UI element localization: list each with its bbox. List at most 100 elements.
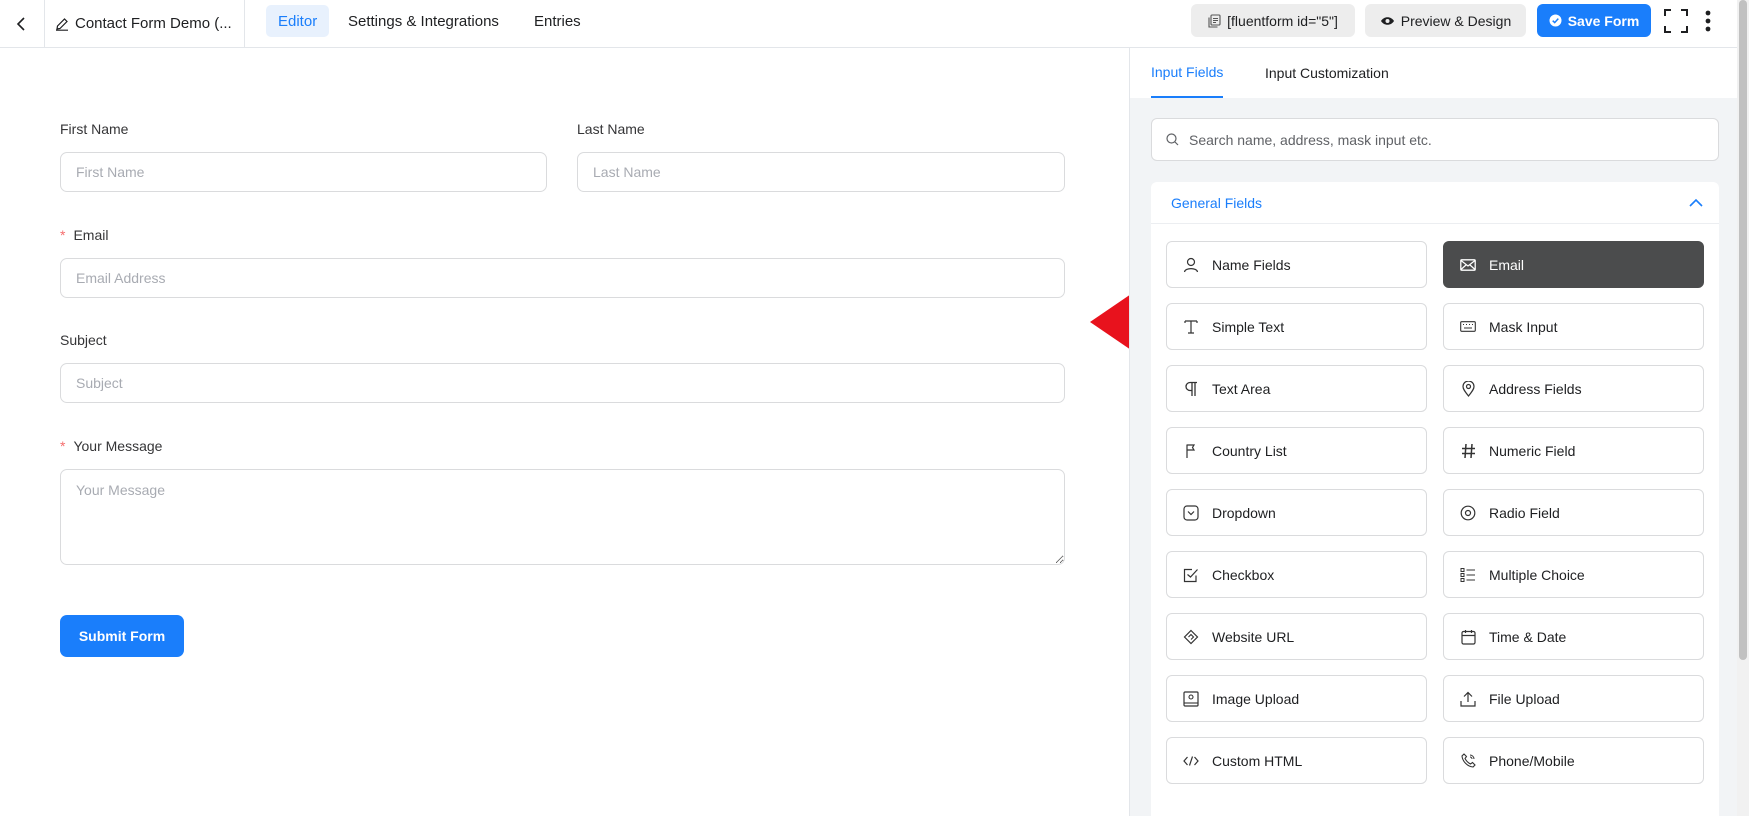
copy-icon	[1208, 13, 1221, 28]
form-title[interactable]: Contact Form Demo (...	[45, 0, 245, 47]
hash-icon	[1459, 442, 1477, 460]
dropdown-icon	[1182, 504, 1200, 522]
link-icon	[1182, 628, 1200, 646]
field-label: Checkbox	[1212, 566, 1275, 583]
tab-entries[interactable]: Entries	[522, 5, 593, 37]
keyboard-icon	[1459, 318, 1477, 336]
field-checkbox[interactable]: Checkbox	[1166, 551, 1427, 598]
shortcode-text: [fluentform id="5"]	[1227, 12, 1338, 29]
radio-icon	[1459, 504, 1477, 522]
last-name-label: Last Name	[577, 121, 645, 137]
save-form-button[interactable]: Save Form	[1537, 4, 1651, 37]
field-label: Multiple Choice	[1489, 566, 1585, 583]
form-canvas: First Name Last Name * Email Subject * You…	[0, 48, 1129, 816]
field-numeric-field[interactable]: Numeric Field	[1443, 427, 1704, 474]
field-label: Mask Input	[1489, 318, 1558, 335]
expand-icon	[1664, 9, 1688, 33]
field-radio-field[interactable]: Radio Field	[1443, 489, 1704, 536]
message-label-text: Your Message	[73, 438, 163, 454]
tab-settings-integrations[interactable]: Settings & Integrations	[336, 5, 511, 37]
code-icon	[1182, 752, 1200, 770]
page-scrollbar[interactable]	[1737, 0, 1749, 816]
field-label: Radio Field	[1489, 504, 1560, 521]
save-form-label: Save Form	[1567, 12, 1640, 29]
first-name-input[interactable]	[60, 152, 547, 192]
image-icon	[1182, 690, 1200, 708]
field-label: Time & Date	[1489, 628, 1567, 645]
field-label: Simple Text	[1212, 318, 1285, 335]
email-label-text: Email	[73, 227, 109, 243]
search-input[interactable]	[1187, 130, 1707, 149]
tab-input-customization[interactable]: Input Customization	[1265, 48, 1389, 98]
field-text-area[interactable]: Text Area	[1166, 365, 1427, 412]
subject-input[interactable]	[60, 363, 1065, 403]
paragraph-icon	[1182, 380, 1200, 398]
preview-design-button[interactable]: Preview & Design	[1365, 4, 1526, 37]
field-label: Website URL	[1212, 628, 1295, 645]
field-label: Name Fields	[1212, 256, 1291, 273]
field-label: Email	[1489, 256, 1525, 273]
field-label: Dropdown	[1212, 504, 1276, 521]
back-button[interactable]	[0, 0, 45, 47]
pencil-icon	[56, 17, 68, 31]
message-textarea[interactable]	[60, 469, 1065, 565]
required-mark: *	[60, 227, 66, 243]
field-address-fields[interactable]: Address Fields	[1443, 365, 1704, 412]
field-image-upload[interactable]: Image Upload	[1166, 675, 1427, 722]
field-file-upload[interactable]: File Upload	[1443, 675, 1704, 722]
field-email[interactable]: Email	[1443, 241, 1704, 288]
field-label: Text Area	[1212, 380, 1271, 397]
shortcode-button[interactable]: [fluentform id="5"]	[1191, 4, 1355, 37]
field-time-date[interactable]: Time & Date	[1443, 613, 1704, 660]
envelope-icon	[1459, 256, 1477, 274]
chevron-left-icon	[16, 16, 25, 31]
general-fields-panel: General Fields Name Fields Email Simple …	[1151, 182, 1719, 816]
field-mask-input[interactable]: Mask Input	[1443, 303, 1704, 350]
checkbox-icon	[1182, 566, 1200, 584]
sidebar-tabs: Input Fields Input Customization	[1130, 48, 1749, 98]
last-name-input[interactable]	[577, 152, 1065, 192]
list-icon	[1459, 566, 1477, 584]
form-title-text: Contact Form Demo (...	[75, 15, 232, 32]
message-label: * Your Message	[60, 438, 162, 454]
eye-icon	[1380, 16, 1394, 25]
search-icon	[1166, 133, 1179, 146]
upload-icon	[1459, 690, 1477, 708]
scrollbar-thumb[interactable]	[1739, 0, 1747, 660]
flag-icon	[1182, 442, 1200, 460]
field-sidebar: Input Fields Input Customization General…	[1129, 48, 1749, 816]
field-custom-html[interactable]: Custom HTML	[1166, 737, 1427, 784]
email-input[interactable]	[60, 258, 1065, 298]
tab-editor[interactable]: Editor	[266, 5, 330, 37]
field-website-url[interactable]: Website URL	[1166, 613, 1427, 660]
field-multiple-choice[interactable]: Multiple Choice	[1443, 551, 1704, 598]
field-phone-mobile[interactable]: Phone/Mobile	[1443, 737, 1704, 784]
required-mark: *	[60, 438, 66, 454]
preview-design-label: Preview & Design	[1400, 12, 1512, 29]
phone-icon	[1459, 752, 1477, 770]
general-fields-title: General Fields	[1171, 194, 1263, 211]
email-label: * Email	[60, 227, 108, 243]
submit-form-button[interactable]: Submit Form	[60, 615, 184, 657]
more-options-button[interactable]	[1700, 8, 1716, 34]
chevron-up-icon	[1689, 198, 1703, 207]
map-pin-icon	[1459, 380, 1477, 398]
field-search	[1151, 118, 1719, 161]
field-label: File Upload	[1489, 690, 1560, 707]
field-label: Custom HTML	[1212, 752, 1303, 769]
field-label: Address Fields	[1489, 380, 1582, 397]
field-label: Phone/Mobile	[1489, 752, 1575, 769]
field-simple-text[interactable]: Simple Text	[1166, 303, 1427, 350]
field-dropdown[interactable]: Dropdown	[1166, 489, 1427, 536]
text-cursor-icon	[1182, 318, 1200, 336]
field-name-fields[interactable]: Name Fields	[1166, 241, 1427, 288]
general-fields-header[interactable]: General Fields	[1151, 182, 1719, 224]
field-label: Country List	[1212, 442, 1287, 459]
more-vertical-icon	[1705, 10, 1711, 32]
top-bar: Contact Form Demo (... Editor Settings &…	[0, 0, 1749, 48]
calendar-icon	[1459, 628, 1477, 646]
fullscreen-button[interactable]	[1663, 8, 1689, 34]
field-country-list[interactable]: Country List	[1166, 427, 1427, 474]
check-circle-icon	[1549, 14, 1562, 27]
tab-input-fields[interactable]: Input Fields	[1151, 48, 1224, 98]
